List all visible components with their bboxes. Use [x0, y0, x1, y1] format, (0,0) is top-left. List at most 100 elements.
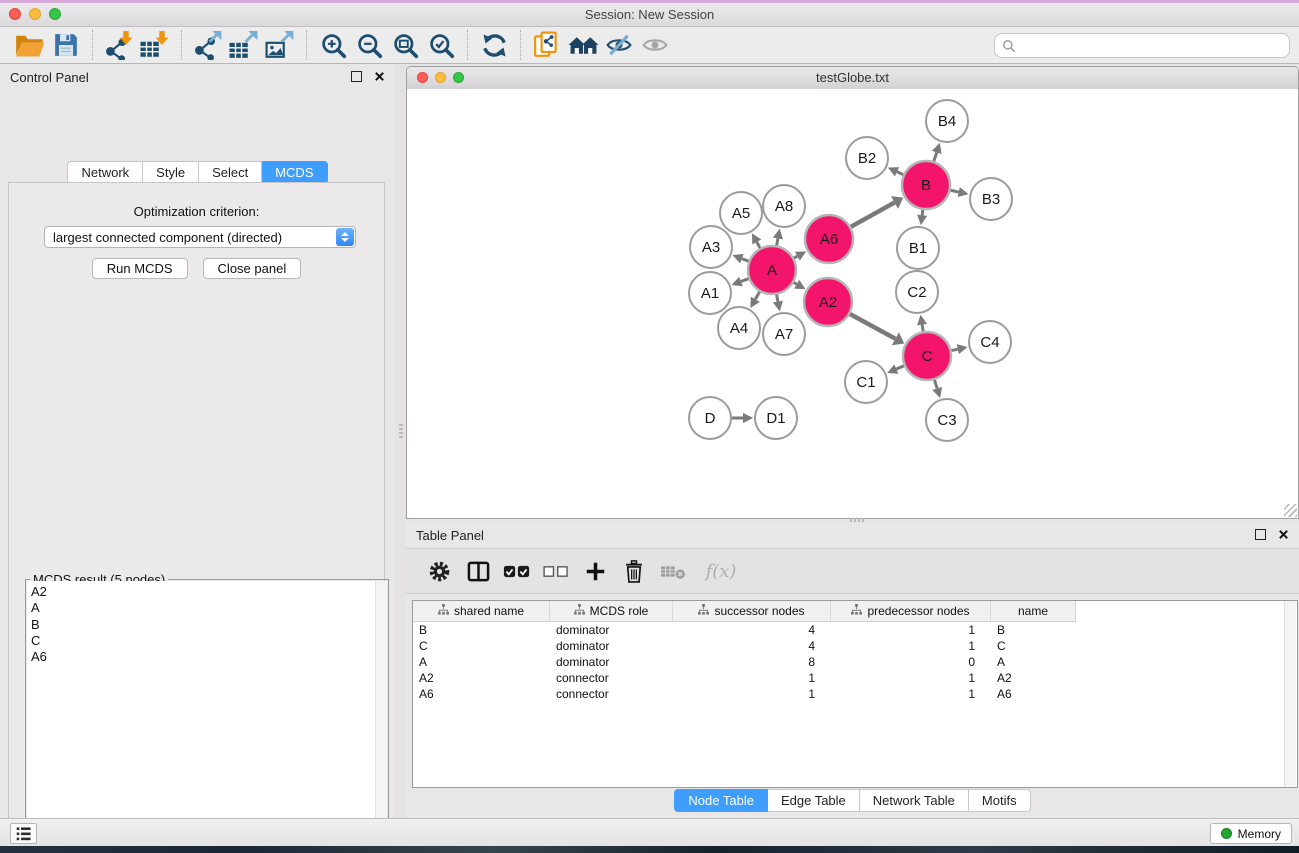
table-row[interactable]: A6connector11A6 [413, 686, 1297, 702]
panel-splitter[interactable] [395, 65, 406, 818]
edge-A-A8[interactable] [777, 238, 778, 245]
open-session-button[interactable] [12, 29, 48, 62]
result-item[interactable]: A2 [31, 584, 387, 600]
node-A5[interactable]: A5 [720, 192, 762, 234]
close-panel-button[interactable]: Close panel [203, 258, 302, 279]
network-bottom-grip[interactable] [850, 518, 866, 522]
hide-selected-button[interactable] [601, 29, 637, 62]
edge-A-A2[interactable] [794, 282, 797, 284]
hide-all-columns-button[interactable] [541, 555, 571, 587]
column-header-successor-nodes[interactable]: successor nodes [673, 601, 831, 621]
edge-C-C3[interactable] [934, 380, 937, 389]
node-A8[interactable]: A8 [763, 185, 805, 227]
table-row[interactable]: Bdominator41B [413, 622, 1297, 638]
column-header-name[interactable]: name [991, 601, 1076, 621]
table-scrollbar[interactable] [1284, 601, 1296, 787]
node-A1[interactable]: A1 [689, 272, 731, 314]
window-resize-grip[interactable] [1284, 504, 1297, 517]
toggle-table-mode-button[interactable] [463, 555, 493, 587]
create-column-button[interactable] [580, 555, 610, 587]
cell-MCDS-role[interactable]: dominator [550, 639, 673, 653]
node-B2[interactable]: B2 [846, 137, 888, 179]
export-table-button[interactable] [226, 29, 262, 62]
node-B4[interactable]: B4 [926, 100, 968, 142]
node-A4[interactable]: A4 [718, 307, 760, 349]
column-header-predecessor-nodes[interactable]: predecessor nodes [831, 601, 991, 621]
zoom-selected-button[interactable] [423, 29, 459, 62]
result-scrollbar[interactable] [375, 581, 387, 853]
node-D[interactable]: D [689, 397, 731, 439]
column-header-MCDS-role[interactable]: MCDS role [550, 601, 673, 621]
tab-select[interactable]: Select [199, 161, 262, 184]
cell-MCDS-role[interactable]: connector [550, 687, 673, 701]
cell-successor-nodes[interactable]: 4 [673, 623, 831, 637]
edge-C-C1[interactable] [896, 366, 904, 369]
show-all-columns-button[interactable] [502, 555, 532, 587]
table-close-panel-icon[interactable] [1278, 529, 1289, 540]
cell-shared-name[interactable]: C [413, 639, 550, 653]
node-B3[interactable]: B3 [970, 178, 1012, 220]
cell-predecessor-nodes[interactable]: 1 [831, 623, 991, 637]
cell-name[interactable]: B [991, 623, 1076, 637]
splitter-grip[interactable] [399, 424, 403, 440]
refresh-view-button[interactable] [476, 29, 512, 62]
criterion-select[interactable]: largest connected component (directed) [44, 226, 356, 248]
tab-network-table[interactable]: Network Table [860, 789, 969, 812]
cell-shared-name[interactable]: A2 [413, 671, 550, 685]
cell-MCDS-role[interactable]: connector [550, 671, 673, 685]
export-image-button[interactable] [262, 29, 298, 62]
node-A2[interactable]: A2 [804, 278, 852, 326]
cell-predecessor-nodes[interactable]: 1 [831, 687, 991, 701]
edge-B-B4[interactable] [934, 152, 937, 161]
result-item[interactable]: A [31, 600, 387, 616]
tab-style[interactable]: Style [143, 161, 199, 184]
cell-successor-nodes[interactable]: 1 [673, 687, 831, 701]
edge-C-C4[interactable] [951, 349, 957, 350]
node-B[interactable]: B [902, 161, 950, 209]
edge-A-A3[interactable] [742, 259, 749, 262]
edge-A-A5[interactable] [757, 242, 760, 248]
node-A3[interactable]: A3 [690, 226, 732, 268]
zoom-out-button[interactable] [351, 29, 387, 62]
import-table-button[interactable] [137, 29, 173, 62]
float-panel-icon[interactable] [351, 71, 362, 82]
column-settings-button[interactable] [424, 555, 454, 587]
cell-successor-nodes[interactable]: 1 [673, 671, 831, 685]
clone-network-button[interactable] [529, 29, 565, 62]
task-history-button[interactable] [10, 823, 37, 844]
node-A7[interactable]: A7 [763, 313, 805, 355]
edge-A-A6[interactable] [794, 256, 797, 258]
table-row[interactable]: Cdominator41C [413, 638, 1297, 654]
edge-A2-C[interactable] [850, 314, 895, 339]
edge-A-A1[interactable] [741, 279, 749, 282]
node-A[interactable]: A [748, 246, 796, 294]
zoom-fit-button[interactable] [387, 29, 423, 62]
cell-MCDS-role[interactable]: dominator [550, 623, 673, 637]
cell-predecessor-nodes[interactable]: 0 [831, 655, 991, 669]
edge-A-A4[interactable] [755, 292, 759, 300]
cell-name[interactable]: A6 [991, 687, 1076, 701]
edge-B-B2[interactable] [897, 172, 903, 175]
cell-successor-nodes[interactable]: 4 [673, 639, 831, 653]
column-header-shared-name[interactable]: shared name [413, 601, 550, 621]
close-panel-icon[interactable] [374, 71, 385, 82]
delete-columns-button[interactable] [619, 555, 649, 587]
cell-MCDS-role[interactable]: dominator [550, 655, 673, 669]
network-canvas[interactable]: AA1A2A3A4A5A6A7A8BB1B2B3B4CC1C2C3C4DD1 [407, 89, 1298, 518]
cell-name[interactable]: A2 [991, 671, 1076, 685]
cell-shared-name[interactable]: A6 [413, 687, 550, 701]
import-network-button[interactable] [101, 29, 137, 62]
table-row[interactable]: A2connector11A2 [413, 670, 1297, 686]
cell-predecessor-nodes[interactable]: 1 [831, 671, 991, 685]
cell-predecessor-nodes[interactable]: 1 [831, 639, 991, 653]
edge-C-C2[interactable] [922, 325, 923, 332]
cell-shared-name[interactable]: A [413, 655, 550, 669]
table-float-panel-icon[interactable] [1255, 529, 1266, 540]
tab-motifs[interactable]: Motifs [969, 789, 1031, 812]
result-item[interactable]: B [31, 617, 387, 633]
edge-A6-B[interactable] [851, 203, 895, 227]
table-row[interactable]: Adominator80A [413, 654, 1297, 670]
network-window-titlebar[interactable]: testGlobe.txt [407, 67, 1298, 90]
zoom-in-button[interactable] [315, 29, 351, 62]
tab-edge-table[interactable]: Edge Table [768, 789, 860, 812]
